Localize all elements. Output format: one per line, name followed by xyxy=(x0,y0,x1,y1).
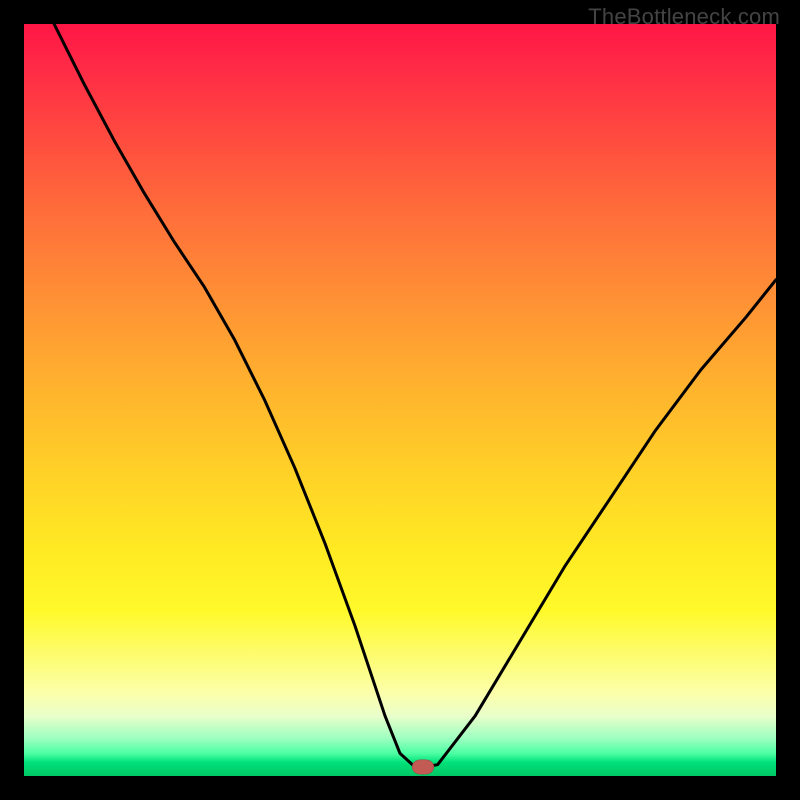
optimal-point-marker xyxy=(412,759,434,774)
chart-frame: TheBottleneck.com xyxy=(0,0,800,800)
plot-area xyxy=(24,24,776,776)
curve-path xyxy=(54,24,776,767)
watermark-text: TheBottleneck.com xyxy=(588,4,780,30)
bottleneck-curve xyxy=(24,24,776,776)
